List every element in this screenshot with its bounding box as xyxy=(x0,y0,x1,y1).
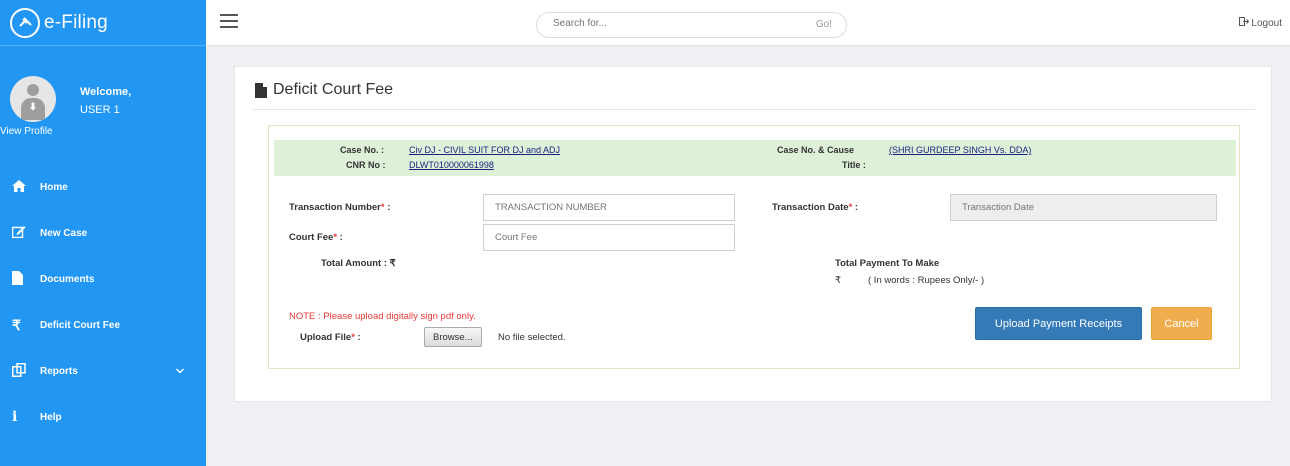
page-title: Deficit Court Fee xyxy=(255,81,393,99)
amount-in-words: ( In words : Rupees Only/- ) xyxy=(868,275,985,286)
sidebar-item-new-case[interactable]: New Case xyxy=(0,210,206,256)
user-name: USER 1 xyxy=(80,104,120,116)
sidebar-item-label: Documents xyxy=(40,273,95,285)
transaction-number-label: Transaction Number* : xyxy=(289,202,391,213)
document-icon xyxy=(12,270,40,288)
transaction-date-label: Transaction Date* : xyxy=(772,202,859,213)
view-profile-link[interactable]: View Profile xyxy=(0,126,53,137)
profile: ⬇ Welcome, USER 1 View Profile xyxy=(0,68,206,148)
sidebar-item-deficit-court-fee[interactable]: ₹ Deficit Court Fee xyxy=(0,302,206,348)
cause-value[interactable]: (SHRI GURDEEP SINGH Vs. DDA) xyxy=(889,145,1031,155)
transaction-number-input[interactable] xyxy=(483,194,735,221)
menu-icon[interactable] xyxy=(220,14,238,28)
search-input[interactable] xyxy=(553,18,773,29)
search-box: Go! xyxy=(536,12,847,38)
sidebar-item-label: Deficit Court Fee xyxy=(40,319,121,331)
total-amount-label: Total Amount : ₹ xyxy=(321,258,396,269)
home-icon xyxy=(12,179,40,195)
divider xyxy=(253,109,1255,110)
court-fee-label: Court Fee* : xyxy=(289,232,343,243)
sidebar-item-label: Home xyxy=(40,181,68,193)
page-title-text: Deficit Court Fee xyxy=(273,81,394,98)
logout-label: Logout xyxy=(1251,18,1282,29)
upload-file-label: Upload File* : xyxy=(300,332,361,343)
edit-icon xyxy=(11,225,40,241)
browse-button[interactable]: Browse... xyxy=(424,327,482,347)
cause-label: Case No. & Cause xyxy=(777,145,855,155)
avatar[interactable]: ⬇ xyxy=(10,76,56,122)
info-icon: i xyxy=(12,409,18,425)
court-fee-input[interactable] xyxy=(483,224,735,251)
brand-title: e-Filing xyxy=(44,11,108,33)
sidebar: e-Filing ⬇ Welcome, USER 1 View Profile … xyxy=(0,0,206,466)
sidebar-item-label: Help xyxy=(40,411,62,423)
sidebar-item-documents[interactable]: Documents xyxy=(0,256,206,302)
no-file-text: No file selected. xyxy=(498,332,566,343)
download-icon: ⬇ xyxy=(28,102,38,113)
case-info-strip: Case No. : Civ DJ - CIVIL SUIT FOR DJ an… xyxy=(274,140,1236,176)
upload-note: NOTE : Please upload digitally sign pdf … xyxy=(289,311,476,322)
topbar: Go! Logout xyxy=(206,0,1290,46)
transaction-date-input[interactable] xyxy=(950,194,1217,221)
title-label: Title : xyxy=(842,160,866,170)
cnr-value[interactable]: DLWT010000061998 xyxy=(409,160,494,170)
brand[interactable]: e-Filing xyxy=(0,0,206,46)
case-no-label: Case No. : xyxy=(340,145,385,155)
welcome-text: Welcome, xyxy=(80,86,132,98)
sidebar-item-label: New Case xyxy=(40,227,88,239)
search-go-button[interactable]: Go! xyxy=(816,19,832,30)
sidebar-nav: Home New Case Documents ₹ Deficit Court … xyxy=(0,164,206,440)
gavel-icon xyxy=(10,7,40,38)
main-panel: Deficit Court Fee Case No. : Civ DJ - CI… xyxy=(234,66,1272,402)
rupee-icon: ₹ xyxy=(12,316,21,333)
sidebar-item-label: Reports xyxy=(40,365,78,377)
copy-icon xyxy=(12,362,40,380)
sidebar-item-help[interactable]: i Help xyxy=(0,394,206,440)
rupee-symbol: ₹ xyxy=(835,275,842,286)
logout-icon xyxy=(1238,17,1252,29)
total-payment-label: Total Payment To Make xyxy=(835,258,940,269)
cnr-label: CNR No : xyxy=(346,160,386,170)
form-card: Case No. : Civ DJ - CIVIL SUIT FOR DJ an… xyxy=(268,125,1240,369)
sidebar-item-home[interactable]: Home xyxy=(0,164,206,210)
sidebar-item-reports[interactable]: Reports xyxy=(0,348,206,394)
file-icon xyxy=(255,82,267,98)
chevron-down-icon[interactable] xyxy=(175,366,185,376)
cancel-button[interactable]: Cancel xyxy=(1151,307,1212,340)
upload-payment-receipts-button[interactable]: Upload Payment Receipts xyxy=(975,307,1142,340)
case-no-value[interactable]: Civ DJ - CIVIL SUIT FOR DJ and ADJ xyxy=(409,145,560,155)
logout-link[interactable]: Logout xyxy=(1238,17,1282,29)
